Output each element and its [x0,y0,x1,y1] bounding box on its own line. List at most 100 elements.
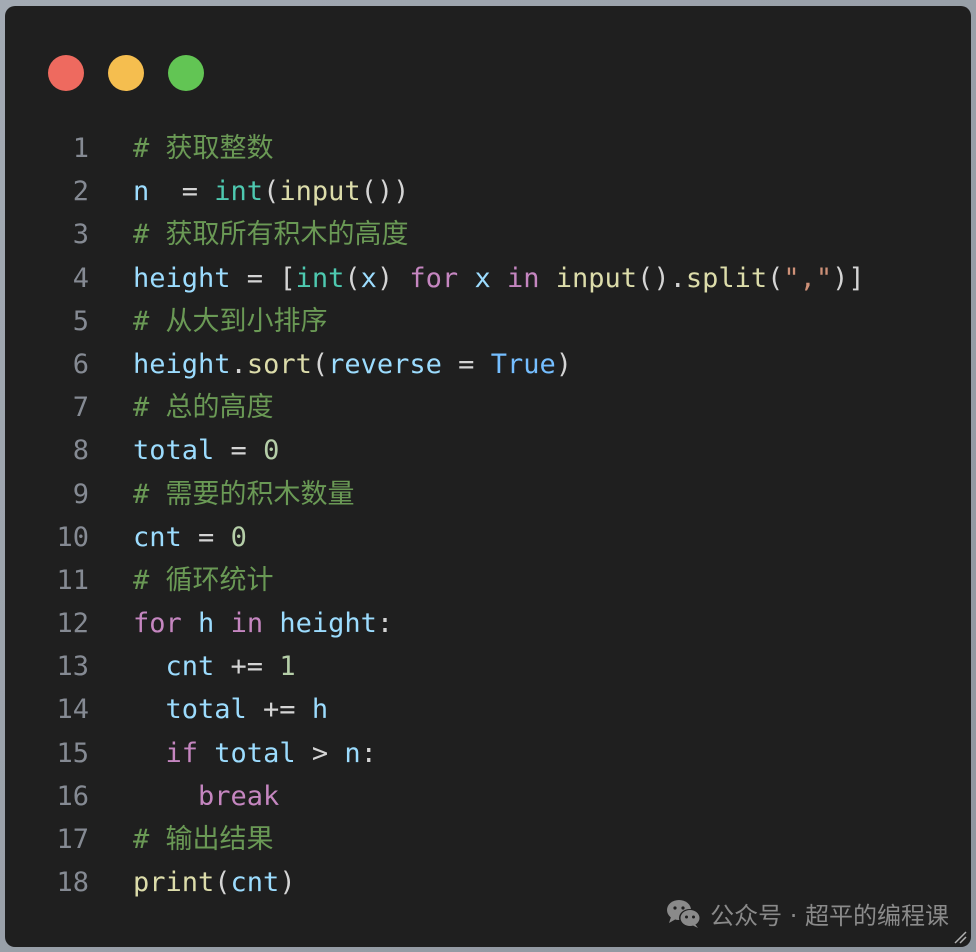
line-source: total = 0 [133,429,279,472]
token-builtin: int [214,176,264,208]
line-source: # 需要的积木数量 [133,473,355,516]
token-num: 0 [263,435,280,467]
code-line: 4 height = [int(x) for x in input().split… [5,257,971,300]
token-comment: # 循环统计 [133,564,274,596]
token-op [540,263,556,294]
token-var: cnt [230,867,280,899]
code-line: 14 total += h [5,688,971,731]
token-comment: # 需要的积木数量 [133,478,355,510]
token-punct: ( [767,262,784,294]
line-source: for h in height: [133,602,393,645]
token-op: > [295,737,345,769]
token-punct: ) [376,262,410,294]
token-op: = [230,262,280,294]
token-op [133,694,166,725]
token-var: n [344,737,361,769]
token-var: n [133,176,150,208]
token-var: height [279,608,377,640]
token-punct: ) [279,867,296,899]
line-source: height.sort(reverse = True) [133,343,572,386]
line-number: 6 [72,348,89,380]
token-var: height [133,262,231,294]
token-op: = [441,348,491,380]
line-source: height = [int(x) for x in input().split(… [133,257,865,300]
minimize-button[interactable] [108,55,144,91]
token-str: "," [783,262,833,294]
token-punct: ) [555,348,572,380]
line-number: 16 [56,780,89,812]
line-number: 14 [56,694,89,726]
resize-grip-icon[interactable] [953,929,967,944]
token-kw: if [165,737,199,769]
token-op [491,263,507,294]
maximize-button[interactable] [168,55,204,91]
line-number: 18 [56,867,89,899]
token-op: = [149,176,215,208]
code-line: 2 n = int(input()) [5,170,971,213]
token-op [182,608,198,639]
line-number: 10 [56,521,89,553]
token-num: 0 [230,521,247,553]
line-number: 4 [72,262,89,294]
token-var: total [165,694,247,726]
line-number: 8 [72,435,89,467]
line-source: cnt += 1 [133,645,296,688]
line-source: # 获取整数 [133,127,274,170]
token-op [133,781,198,812]
token-func: input [279,176,361,208]
token-punct: [ [279,262,296,294]
code-line: 8 total = 0 [5,429,971,472]
code-line: 5 # 从大到小排序 [5,300,971,343]
watermark-text: 公众号 · 超平的编程课 [710,902,949,930]
code-line: 3 # 获取所有积木的高度 [5,213,971,256]
token-builtin: int [295,262,345,294]
token-punct: : [376,608,394,640]
line-source: # 输出结果 [133,818,274,861]
code-line: 6 height.sort(reverse = True) [5,343,971,386]
token-func: sort [246,348,312,380]
token-kw: in [230,608,264,640]
close-button[interactable] [48,55,84,91]
token-func: input [555,262,638,294]
line-number: 5 [72,305,89,337]
line-source: n = int(input()) [133,170,409,213]
token-op: = [181,521,231,553]
token-punct: )] [832,262,865,294]
token-kw: for [133,608,182,640]
token-op [458,263,474,294]
token-comment: # 从大到小排序 [133,305,328,337]
token-func: print [133,867,215,899]
token-punct: ( [311,348,329,380]
code-line: 12 for h in height: [5,602,971,645]
token-punct: ( [344,262,361,294]
code-line: 16 break [5,775,971,818]
code-line: 17 # 输出结果 [5,818,971,861]
token-var: total [133,435,215,467]
line-source: # 循环统计 [133,559,274,602]
line-source: if total > n: [133,732,377,775]
token-op [133,738,166,769]
token-op [214,608,230,639]
token-op: += [214,651,280,683]
token-op [198,738,214,769]
token-punct: (). [637,262,686,294]
token-comment: # 总的高度 [133,392,274,424]
line-source: # 获取所有积木的高度 [133,213,409,256]
token-punct: . [230,348,247,380]
line-source: print(cnt) [133,861,296,904]
token-var: total [214,737,296,769]
code-line: 15 if total > n: [5,732,971,775]
token-punct: ()) [360,176,410,208]
line-number: 7 [72,392,89,424]
token-comment: # 获取整数 [133,133,274,164]
title-bar [5,6,971,116]
token-punct: ( [263,176,280,208]
token-func: split [685,262,768,294]
token-comment: # 输出结果 [133,824,274,855]
token-num: 1 [279,651,296,683]
token-comment: # 获取所有积木的高度 [133,219,409,251]
code-window: 1 # 获取整数 2 n = int(input()) 3 # 获取所有积木的高度 4 hei… [5,6,971,947]
line-number: 1 [72,133,89,164]
token-op [133,651,166,682]
token-op [263,608,279,639]
